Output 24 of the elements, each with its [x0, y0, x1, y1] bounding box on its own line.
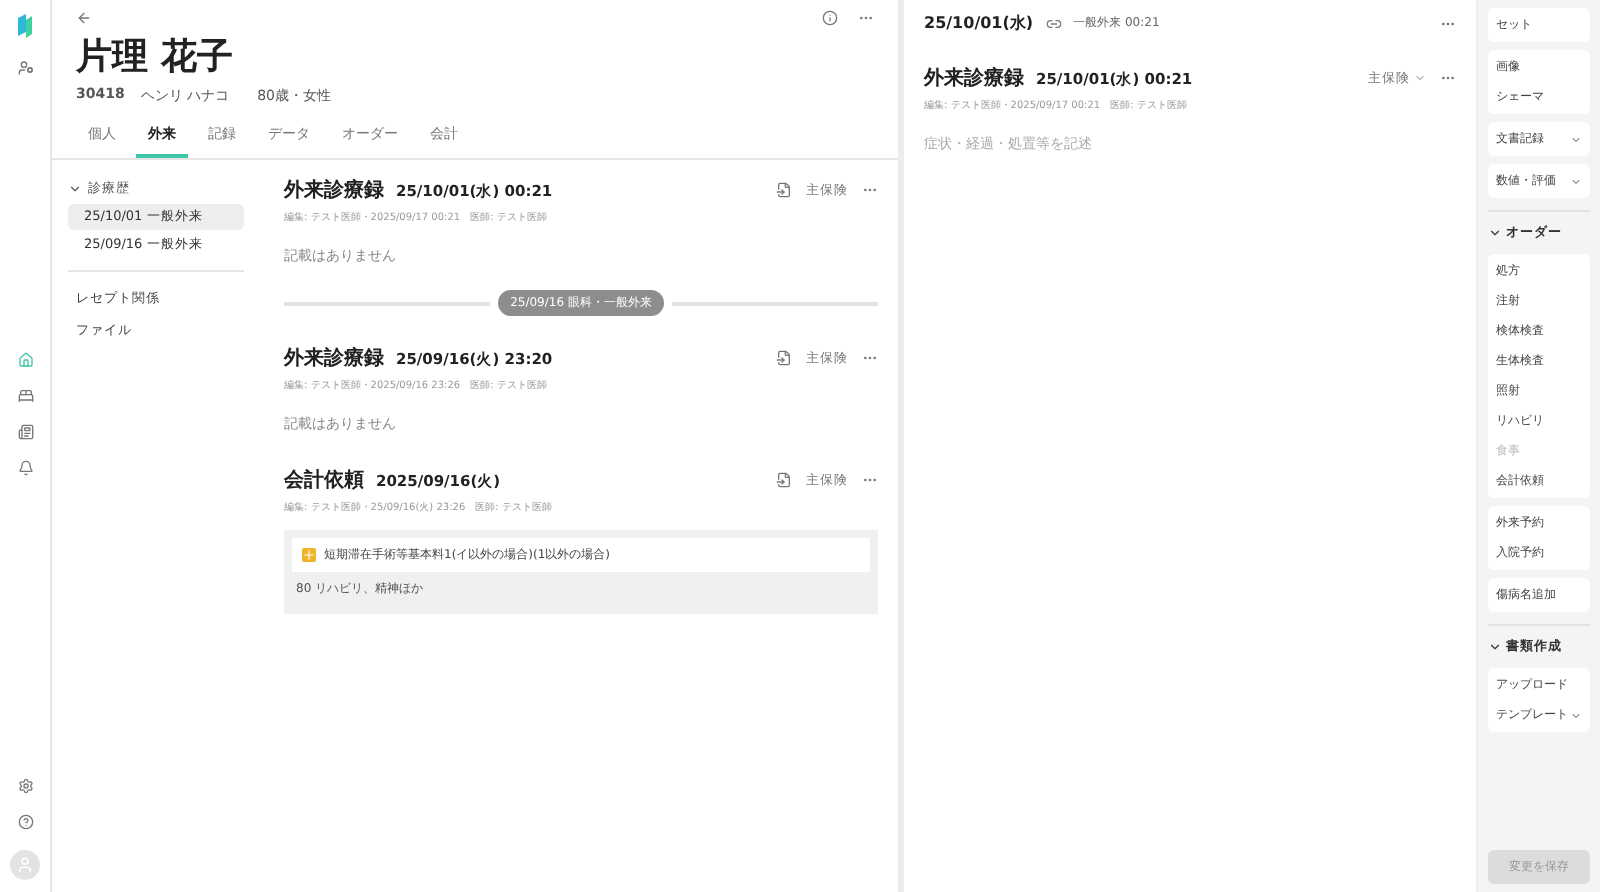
document-icon[interactable] — [776, 182, 792, 198]
chevron-icon — [1488, 226, 1502, 240]
bed-icon[interactable] — [17, 388, 33, 404]
patient-name: 片理 花子 — [76, 34, 235, 80]
plus-icon — [302, 548, 316, 562]
help-icon[interactable] — [17, 814, 33, 830]
logo-icon[interactable] — [16, 12, 34, 40]
document-icon[interactable] — [776, 472, 792, 488]
chevron-icon — [1488, 640, 1502, 654]
record-title: 外来診療録 — [924, 65, 1024, 92]
caret-icon — [1414, 72, 1426, 84]
settings-icon[interactable] — [17, 778, 33, 794]
visit-date: 25/10/01(水) — [924, 12, 1034, 34]
chevron-icon — [68, 182, 82, 196]
link-icon[interactable] — [1045, 15, 1062, 31]
info-icon[interactable] — [822, 10, 838, 26]
record-title: 外来診療録 — [284, 345, 384, 372]
document-icon[interactable] — [776, 350, 792, 366]
record-title: 外来診療録 — [284, 177, 384, 204]
user-settings-icon[interactable] — [17, 60, 33, 76]
newspaper-icon[interactable] — [17, 424, 33, 440]
bell-icon[interactable] — [17, 460, 33, 476]
back-icon[interactable] — [76, 10, 92, 26]
record-title: 会計依頼 — [284, 467, 364, 494]
